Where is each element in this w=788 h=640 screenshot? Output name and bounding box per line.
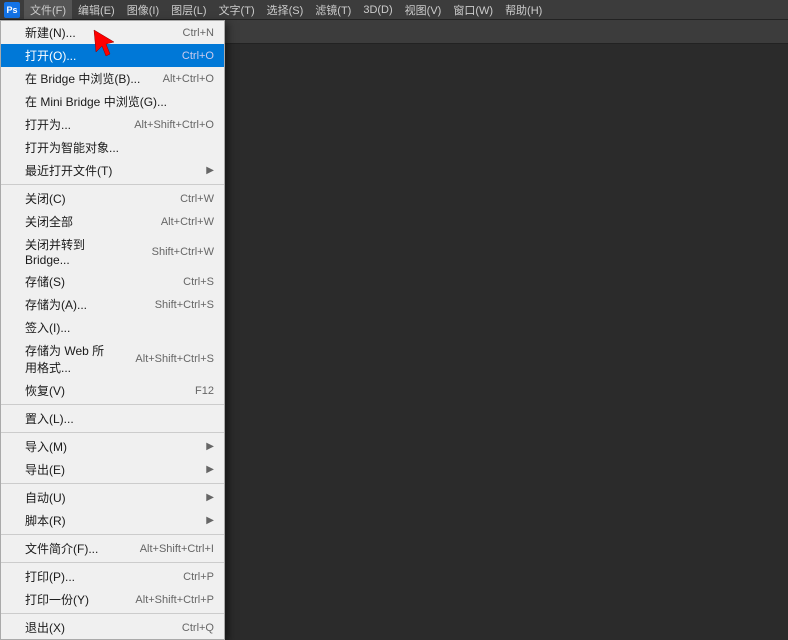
menu-open-smart-item[interactable]: 打开为智能对象... [1, 136, 224, 159]
menu-import-item[interactable]: 导入(M) ▶ [1, 435, 224, 458]
menu-revert-item[interactable]: 恢复(V) F12 [1, 379, 224, 402]
menu-recent-item[interactable]: 最近打开文件(T) ▶ [1, 159, 224, 182]
menu-separator-5 [1, 534, 224, 535]
menu-automate-item[interactable]: 自动(U) ▶ [1, 486, 224, 509]
file-dropdown-menu: 新建(N)... Ctrl+N 打开(O)... Ctrl+O 在 Bridge… [0, 20, 225, 640]
menu-exit-item[interactable]: 退出(X) Ctrl+Q [1, 616, 224, 639]
menu-open-as-item[interactable]: 打开为... Alt+Shift+Ctrl+O [1, 113, 224, 136]
menu-new-item[interactable]: 新建(N)... Ctrl+N [1, 21, 224, 44]
menu-layer[interactable]: 图层(L) [165, 0, 212, 19]
menu-fileinfo-item[interactable]: 文件简介(F)... Alt+Shift+Ctrl+I [1, 537, 224, 560]
menu-close-item[interactable]: 关闭(C) Ctrl+W [1, 187, 224, 210]
menu-image[interactable]: 图像(I) [121, 0, 165, 19]
menu-separator-2 [1, 404, 224, 405]
menu-text[interactable]: 文字(T) [213, 0, 261, 19]
menu-edit[interactable]: 编辑(E) [72, 0, 121, 19]
menu-bridge-item[interactable]: 在 Bridge 中浏览(B)... Alt+Ctrl+O [1, 67, 224, 90]
menu-export-item[interactable]: 导出(E) ▶ [1, 458, 224, 481]
menu-checkin-item[interactable]: 签入(I)... [1, 316, 224, 339]
menu-close-all-item[interactable]: 关闭全部 Alt+Ctrl+W [1, 210, 224, 233]
menu-separator-3 [1, 432, 224, 433]
menu-save-as-item[interactable]: 存储为(A)... Shift+Ctrl+S [1, 293, 224, 316]
menu-window[interactable]: 窗口(W) [447, 0, 499, 19]
menu-separator-4 [1, 483, 224, 484]
menu-print-item[interactable]: 打印(P)... Ctrl+P [1, 565, 224, 588]
menu-separator-1 [1, 184, 224, 185]
menu-save-item[interactable]: 存储(S) Ctrl+S [1, 270, 224, 293]
menu-separator-6 [1, 562, 224, 563]
menu-select[interactable]: 选择(S) [261, 0, 310, 19]
menu-3d[interactable]: 3D(D) [357, 0, 398, 19]
menu-filter[interactable]: 滤镜(T) [309, 0, 357, 19]
ps-logo-icon: Ps [4, 2, 20, 18]
menu-place-item[interactable]: 置入(L)... [1, 407, 224, 430]
menu-save-web-item[interactable]: 存储为 Web 所用格式... Alt+Shift+Ctrl+S [1, 339, 224, 379]
menu-view[interactable]: 视图(V) [399, 0, 448, 19]
menu-file[interactable]: 文件(F) [24, 0, 72, 19]
menu-mini-bridge-item[interactable]: 在 Mini Bridge 中浏览(G)... [1, 90, 224, 113]
menu-open-item[interactable]: 打开(O)... Ctrl+O [1, 44, 224, 67]
menu-bar: Ps 文件(F) 编辑(E) 图像(I) 图层(L) 文字(T) 选择(S) 滤… [0, 0, 788, 20]
menu-scripts-item[interactable]: 脚本(R) ▶ [1, 509, 224, 532]
menu-separator-7 [1, 613, 224, 614]
menu-print-one-item[interactable]: 打印一份(Y) Alt+Shift+Ctrl+P [1, 588, 224, 611]
menu-close-bridge-item[interactable]: 关闭并转到 Bridge... Shift+Ctrl+W [1, 233, 224, 270]
menu-help[interactable]: 帮助(H) [499, 0, 548, 19]
